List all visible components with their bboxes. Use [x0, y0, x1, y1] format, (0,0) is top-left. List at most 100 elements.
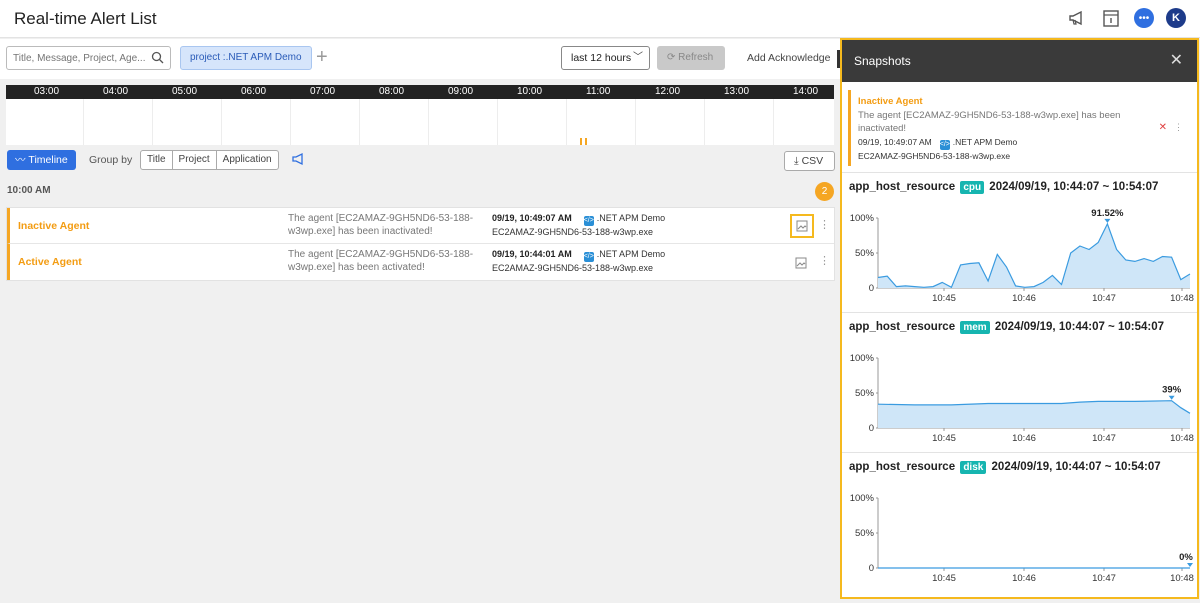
filter-toolbar: project :.NET APM Demo + last 12 hours ﹀… — [0, 39, 840, 79]
x-tick-label: 10:45 — [932, 573, 956, 584]
add-acknowledge-button[interactable]: Add Acknowledge — [747, 52, 830, 64]
snapshot-alert-card: Inactive Agent The agent [EC2AMAZ-9GH5ND… — [848, 90, 1191, 166]
timeline-gridline — [359, 99, 360, 145]
timeline-gridline — [566, 99, 567, 145]
snapshot-alert-title: Inactive Agent — [858, 96, 923, 107]
alert-row[interactable]: Active Agent The agent [EC2AMAZ-9GH5ND6-… — [7, 244, 834, 280]
refresh-button[interactable]: ⟳ Refresh — [657, 46, 725, 70]
search-box[interactable] — [6, 46, 171, 70]
close-icon[interactable]: ✕ — [1170, 50, 1183, 70]
snapshot-alert-time: 09/19, 10:49:07 AM — [858, 137, 932, 147]
group-by-title[interactable]: Title — [141, 151, 173, 169]
more-options-icon[interactable]: ⋮ — [819, 218, 830, 231]
timeline-hour-axis: 03:00 04:00 05:00 06:00 07:00 08:00 09:00 10:00… — [6, 85, 834, 99]
y-tick-label: 0 — [869, 563, 874, 574]
metric-tag: disk — [960, 461, 987, 474]
timeline-strip[interactable]: 03:00 04:00 05:00 06:00 07:00 08:00 09:00 10:00… — [6, 85, 843, 145]
alert-row[interactable]: Inactive Agent The agent [EC2AMAZ-9GH5ND… — [7, 208, 834, 244]
timeline-toggle-button[interactable]: 〰 Timeline — [7, 150, 76, 170]
section-time-header: 10:00 AM — [7, 185, 51, 196]
y-tick-label: 100% — [850, 213, 875, 224]
timeline-gridline — [221, 99, 222, 145]
x-tick-label: 10:46 — [1012, 293, 1036, 304]
peak-label: 0% — [1179, 552, 1193, 563]
top-bar: Real-time Alert List ••• K — [0, 0, 1200, 38]
search-input[interactable] — [7, 47, 145, 69]
timeline-gridline — [83, 99, 84, 145]
x-tick-label: 10:48 — [1170, 573, 1194, 584]
more-options-icon[interactable]: ⋮ — [1174, 122, 1183, 133]
alert-meta: 09/19, 10:49:07 AM </> .NET APM Demo EC2AM… — [492, 212, 665, 239]
group-by-segmented-control: Title Project Application — [140, 150, 279, 170]
peak-marker — [1187, 563, 1193, 567]
refresh-icon: ⟳ — [667, 52, 676, 63]
peak-label: 39% — [1162, 385, 1182, 396]
alert-list: Inactive Agent The agent [EC2AMAZ-9GH5ND… — [6, 207, 835, 281]
image-icon — [795, 257, 807, 269]
timeline-hour-label: 07:00 — [310, 86, 336, 97]
alert-message: The agent [EC2AMAZ-9GH5ND6-53-188-w3wp.e… — [288, 249, 474, 273]
search-icon[interactable] — [151, 51, 164, 69]
project-icon: </> — [939, 140, 950, 150]
time-range-value: last 12 hours — [571, 52, 632, 64]
snapshot-button[interactable] — [790, 214, 814, 238]
alert-title: Active Agent — [18, 256, 82, 268]
alert-count-badge: 2 — [815, 182, 834, 201]
x-tick-label: 10:48 — [1170, 293, 1194, 304]
cpu-chart[interactable]: 100% 50% 0 10:45 10:46 10:47 10:48 91.52% — [846, 204, 1196, 304]
time-range-select[interactable]: last 12 hours ﹀ — [561, 46, 650, 70]
snapshot-alert-meta: 09/19, 10:49:07 AM </> .NET APM Demo EC2AM… — [858, 136, 1017, 163]
timeline-hour-label: 11:00 — [586, 86, 611, 97]
y-tick-label: 0 — [869, 423, 874, 434]
series-area — [878, 223, 1190, 288]
metric-tag: mem — [960, 321, 990, 334]
timeline-alert-marker[interactable] — [585, 138, 587, 145]
alert-message: The agent [EC2AMAZ-9GH5ND6-53-188-w3wp.e… — [288, 213, 474, 237]
project-icon: </> — [583, 252, 594, 262]
disk-chart[interactable]: 100% 50% 0 10:45 10:46 10:47 10:48 0% — [846, 484, 1196, 584]
timeline-gridline — [152, 99, 153, 145]
timeline-gridline — [497, 99, 498, 145]
refresh-label: Refresh — [678, 52, 714, 63]
speaker-icon[interactable] — [292, 152, 306, 171]
timeline-alert-marker[interactable] — [580, 138, 582, 145]
snapshot-button[interactable] — [791, 253, 811, 273]
timeline-hour-label: 09:00 — [448, 86, 474, 97]
delete-icon[interactable]: ✕ — [1159, 122, 1167, 133]
timeline-hour-label: 12:00 — [655, 86, 681, 97]
y-tick-label: 50% — [855, 528, 875, 539]
project-filter-chip[interactable]: project :.NET APM Demo — [180, 46, 312, 70]
csv-label: CSV — [801, 155, 824, 167]
resource-name: app_host_resource — [849, 461, 956, 473]
avatar[interactable]: K — [1166, 8, 1186, 28]
divider — [842, 312, 1197, 313]
alert-agent: EC2AMAZ-9GH5ND6-53-188-w3wp.exe — [492, 227, 654, 237]
alert-time: 09/19, 10:44:01 AM — [492, 249, 572, 259]
mem-chart[interactable]: 100% 50% 0 10:45 10:46 10:47 10:48 39% — [846, 344, 1196, 444]
divider — [842, 172, 1197, 173]
group-by-project[interactable]: Project — [173, 151, 217, 169]
timeline-gridline — [428, 99, 429, 145]
x-tick-label: 10:47 — [1092, 573, 1116, 584]
peak-label: 91.52% — [1091, 208, 1124, 219]
group-by-application[interactable]: Application — [217, 151, 278, 169]
add-filter-button[interactable]: + — [316, 45, 328, 69]
notice-icon[interactable] — [1100, 7, 1122, 29]
project-icon: </> — [583, 216, 594, 226]
x-tick-label: 10:47 — [1092, 433, 1116, 444]
megaphone-icon[interactable] — [1066, 7, 1088, 29]
timeline-hour-label: 13:00 — [724, 86, 750, 97]
chat-icon[interactable]: ••• — [1134, 8, 1154, 28]
x-tick-label: 10:45 — [932, 433, 956, 444]
trend-icon: 〰 — [15, 154, 26, 166]
timeline-gridline — [635, 99, 636, 145]
resource-range: 2024/09/19, 10:44:07 ~ 10:54:07 — [994, 321, 1164, 333]
more-options-icon[interactable]: ⋮ — [819, 254, 830, 267]
resource-range: 2024/09/19, 10:44:07 ~ 10:54:07 — [991, 461, 1161, 473]
timeline-gridline — [704, 99, 705, 145]
x-tick-label: 10:48 — [1170, 433, 1194, 444]
snapshots-title: Snapshots — [854, 54, 911, 68]
top-icons: ••• K — [1066, 7, 1186, 29]
list-controls: 〰 Timeline Group by Title Project Applic… — [0, 150, 840, 172]
csv-export-button[interactable]: ⤓ CSV — [784, 151, 835, 171]
